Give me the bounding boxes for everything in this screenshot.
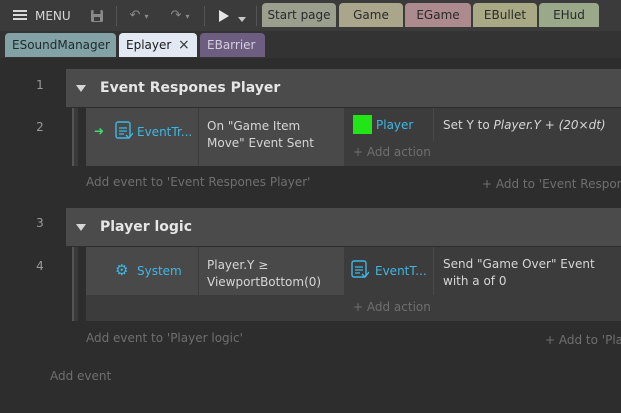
group-header-event-respones-player[interactable]: Event Respones Player [66, 69, 621, 107]
group-title: Event Respones Player [100, 80, 281, 96]
add-event-to-group-link[interactable]: Add event to 'Event Respones Player' [86, 175, 310, 189]
save-icon[interactable] [86, 0, 108, 31]
condition-text[interactable]: Player.Y ≥ ViewportBottom(0) [207, 257, 337, 291]
condition-text[interactable]: On "Game Item Move" Event Sent [207, 118, 337, 152]
add-to-group-label: Add to 'Event Respon [495, 177, 621, 191]
redo-icon[interactable]: ↷ ▾ [162, 0, 198, 31]
add-to-group-link[interactable]: + Add to 'Event Respon [482, 177, 621, 191]
event-margin [72, 108, 78, 166]
tab-egame[interactable]: EGame [405, 3, 471, 27]
add-event-link[interactable]: Add event [50, 369, 111, 383]
event-margin [72, 247, 78, 321]
trigger-arrow-icon: ➜ [94, 124, 105, 138]
event-block[interactable]: ⚙ System Player.Y ≥ ViewportBottom(0) Ev… [86, 247, 621, 321]
eventtrigger-object-icon [351, 260, 370, 280]
system-gear-icon: ⚙ [115, 261, 129, 279]
collapse-icon[interactable] [76, 224, 86, 231]
collapse-icon[interactable] [76, 85, 86, 92]
add-to-group-label: Add to 'Pla [558, 333, 621, 347]
add-event-to-group-link[interactable]: Add event to 'Player logic' [86, 331, 243, 345]
event-block[interactable]: ➜ EventTr... On "Game Item Move" Event S… [86, 108, 621, 166]
tab-ebarrier[interactable]: EBarrier [200, 33, 265, 57]
add-action-label: Add action [366, 300, 431, 314]
row-number: 1 [36, 78, 44, 92]
action-expression: Player.Y + (20×dt) [493, 118, 606, 132]
tab-game[interactable]: Game [339, 3, 403, 27]
condition-object-name[interactable]: System [137, 264, 182, 278]
action-object-name[interactable]: Player [376, 118, 413, 132]
tab-eplayer-label: Eplayer [126, 38, 172, 52]
document-tabs: ESoundManager Eplayer × EBarrier [0, 31, 621, 58]
play-icon[interactable] [218, 10, 230, 25]
action-text[interactable]: Set Y to Player.Y + (20×dt) [443, 118, 606, 132]
hamburger-icon [13, 10, 27, 12]
menu-button[interactable]: MENU [0, 0, 80, 31]
close-tab-icon[interactable]: × [178, 33, 190, 57]
eventtrigger-object-icon [115, 121, 134, 141]
tab-ehud[interactable]: EHud [539, 3, 599, 27]
menu-label: MENU [35, 9, 71, 23]
action-text[interactable]: Send "Game Over" Event with a of 0 [443, 256, 621, 290]
undo-icon[interactable]: ↶ ▾ [124, 0, 154, 31]
player-sprite-icon [353, 115, 372, 134]
add-action-link[interactable]: + Add action [353, 145, 431, 159]
row-number: 2 [36, 120, 44, 134]
condition-object-name[interactable]: EventTr... [137, 125, 192, 139]
row-number: 3 [36, 216, 44, 230]
add-action-label: Add action [366, 145, 431, 159]
action-object-name[interactable]: EventT... [375, 264, 427, 278]
tab-ebullet[interactable]: EBullet [473, 3, 537, 27]
row-number: 4 [36, 259, 44, 273]
tab-start-page[interactable]: Start page [262, 3, 336, 27]
group-header-player-logic[interactable]: Player logic [66, 208, 621, 246]
add-to-group-link[interactable]: + Add to 'Pla [545, 333, 621, 347]
group-title: Player logic [100, 219, 193, 235]
add-action-link[interactable]: + Add action [353, 300, 431, 314]
main-toolbar: MENU ↶ ▾ ↷ ▾ Start page Game EGame EBull… [0, 0, 621, 31]
tab-esoundmanager[interactable]: ESoundManager [5, 33, 116, 57]
play-dropdown-icon[interactable] [238, 12, 246, 22]
action-text-prefix: Set Y to [443, 118, 494, 132]
tab-eplayer[interactable]: Eplayer × [119, 33, 197, 57]
